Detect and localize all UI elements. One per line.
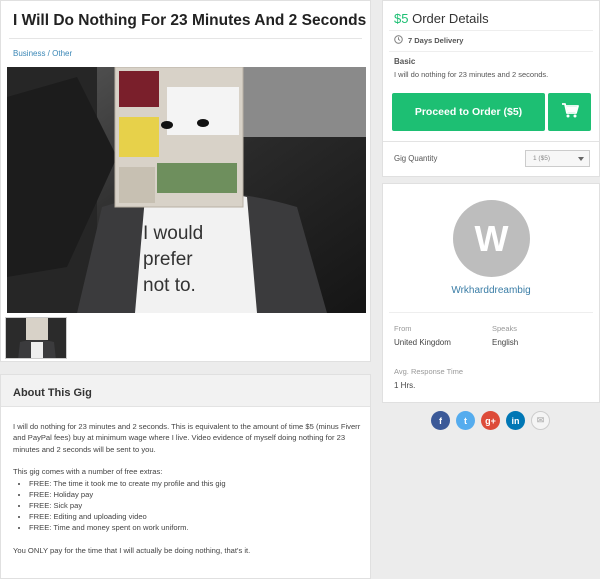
avatar[interactable]: W [453,200,530,277]
chevron-down-icon [578,157,584,161]
response-time-label: Avg. Response Time [394,367,464,376]
breadcrumb[interactable]: Business / Other [13,49,72,58]
order-heading: $5 Order Details [394,11,489,26]
about-gig-card: About This Gig I will do nothing for 23 … [0,374,371,579]
from-value: United Kingdom [394,338,451,347]
list-item: FREE: Editing and uploading video [29,511,363,522]
list-item: FREE: Sick pay [29,500,363,511]
seller-name-link[interactable]: Wrkharddreambig [383,285,599,296]
gig-title: I Will Do Nothing For 23 Minutes And 2 S… [13,12,367,29]
about-header: About This Gig [1,375,370,407]
gig-main-image[interactable]: I would prefer not to. [7,67,366,313]
divider [389,30,593,31]
divider [389,312,593,313]
about-intro: I will do nothing for 23 minutes and 2 s… [13,422,361,454]
delivery-info: 7 Days Delivery [394,35,463,46]
speaks-value: English [492,338,519,347]
shirt-text-line: not to. [143,275,196,296]
quantity-value: 1 ($5) [533,155,550,162]
about-closing: You ONLY pay for the time that I will ac… [13,545,251,555]
twitter-icon[interactable]: t [456,411,475,430]
email-icon[interactable]: ✉ [531,411,550,430]
order-title: Order Details [412,11,489,26]
linkedin-icon[interactable]: in [506,411,525,430]
delivery-text: 7 Days Delivery [408,36,464,45]
facebook-icon[interactable]: f [431,411,450,430]
from-label: From [394,324,412,333]
quantity-select[interactable]: 1 ($5) [525,150,590,167]
shirt-text-line: prefer [143,249,193,270]
divider [9,38,362,39]
quantity-label: Gig Quantity [394,154,438,163]
response-time-value: 1 Hrs. [394,381,416,390]
seller-card: W Wrkharddreambig From United Kingdom Sp… [382,183,600,403]
list-item: FREE: Holiday pay [29,489,363,500]
google-plus-icon[interactable]: g+ [481,411,500,430]
list-item: FREE: The time it took me to create my p… [29,478,363,489]
order-details-card: $5 Order Details 7 Days Delivery Basic I… [382,0,600,177]
extras-list: FREE: The time it took me to create my p… [29,478,363,534]
speaks-label: Speaks [492,324,518,333]
about-body: I will do nothing for 23 minutes and 2 s… [13,421,363,567]
gig-thumbnail[interactable] [5,317,67,359]
extras-intro: This gig comes with a number of free ext… [13,467,163,477]
cart-icon [561,102,579,123]
gig-overview-card: I Will Do Nothing For 23 Minutes And 2 S… [0,0,371,362]
clock-icon [394,35,403,46]
package-name: Basic [394,57,416,66]
divider [389,51,593,52]
share-buttons: f t g+ in ✉ [431,411,550,430]
about-title: About This Gig [13,387,92,399]
divider [383,141,599,142]
proceed-to-order-button[interactable]: Proceed to Order ($5) [392,93,545,131]
order-price: $5 [394,11,409,26]
add-to-cart-button[interactable] [548,93,591,131]
list-item: FREE: Time and money spent on work unifo… [29,522,363,533]
shirt-text-line: I would [143,223,203,244]
package-description: I will do nothing for 23 minutes and 2 s… [394,70,549,79]
